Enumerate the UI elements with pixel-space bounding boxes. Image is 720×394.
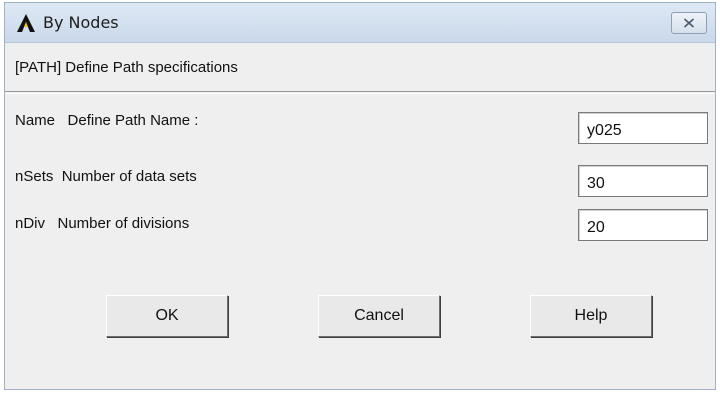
title-bar[interactable]: By Nodes [5,3,715,43]
ok-button[interactable]: OK [106,295,228,337]
nsets-field-label: nSets Number of data sets [15,168,197,185]
name-field-label: Name Define Path Name : [15,112,199,129]
help-button[interactable]: Help [530,295,652,337]
window-title: By Nodes [43,13,119,32]
nsets-input[interactable] [578,165,708,197]
ndiv-field-label: nDiv Number of divisions [15,215,190,232]
dialog-header: [PATH] Define Path specifications [5,43,715,94]
header-text: [PATH] Define Path specifications [15,59,238,76]
ndiv-input[interactable] [578,209,708,241]
path-name-input[interactable] [578,112,708,144]
cancel-button[interactable]: Cancel [318,295,440,337]
dialog-window: By Nodes [PATH] Define Path specificatio… [4,2,716,390]
close-button[interactable] [671,12,707,34]
close-icon [683,18,695,28]
ansys-logo-icon [17,14,35,32]
